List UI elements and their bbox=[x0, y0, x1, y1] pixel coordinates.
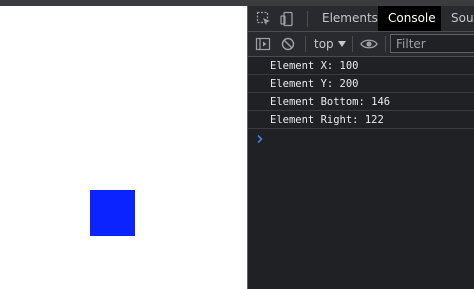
context-selector[interactable]: top bbox=[314, 32, 334, 56]
web-page-viewport bbox=[0, 6, 247, 289]
device-toolbar-icon[interactable] bbox=[279, 11, 295, 27]
clear-console-icon[interactable] bbox=[280, 36, 296, 52]
tab-elements[interactable]: Elements bbox=[312, 6, 388, 31]
tab-sources[interactable]: Sou bbox=[441, 6, 474, 31]
inspect-element-icon[interactable] bbox=[256, 11, 272, 27]
context-dropdown-arrow-icon[interactable] bbox=[338, 41, 346, 47]
toolbar-divider-3 bbox=[385, 36, 386, 52]
console-log-row: Element Right: 122 bbox=[248, 111, 474, 129]
console-output: Element X: 100 Element Y: 200 Element Bo… bbox=[248, 57, 474, 289]
console-toolbar: top bbox=[248, 32, 474, 57]
toolbar-divider bbox=[305, 36, 306, 52]
sidebar-toggle-icon[interactable] bbox=[255, 36, 271, 52]
devtools-panel: Elements Console Sou top Filter Element … bbox=[247, 6, 474, 289]
console-log-row: Element Bottom: 146 bbox=[248, 93, 474, 111]
console-prompt-chevron-icon[interactable] bbox=[256, 129, 264, 144]
tab-console[interactable]: Console bbox=[378, 6, 441, 31]
devtools-tab-bar: Elements Console Sou bbox=[248, 6, 474, 32]
console-log-row: Element X: 100 bbox=[248, 57, 474, 75]
console-filter-input[interactable] bbox=[390, 34, 474, 53]
toolbar-divider-2 bbox=[352, 36, 353, 52]
live-expression-eye-icon[interactable] bbox=[360, 36, 378, 52]
blue-square-element bbox=[90, 190, 135, 236]
tab-bar-divider bbox=[307, 11, 308, 27]
console-log-row: Element Y: 200 bbox=[248, 75, 474, 93]
